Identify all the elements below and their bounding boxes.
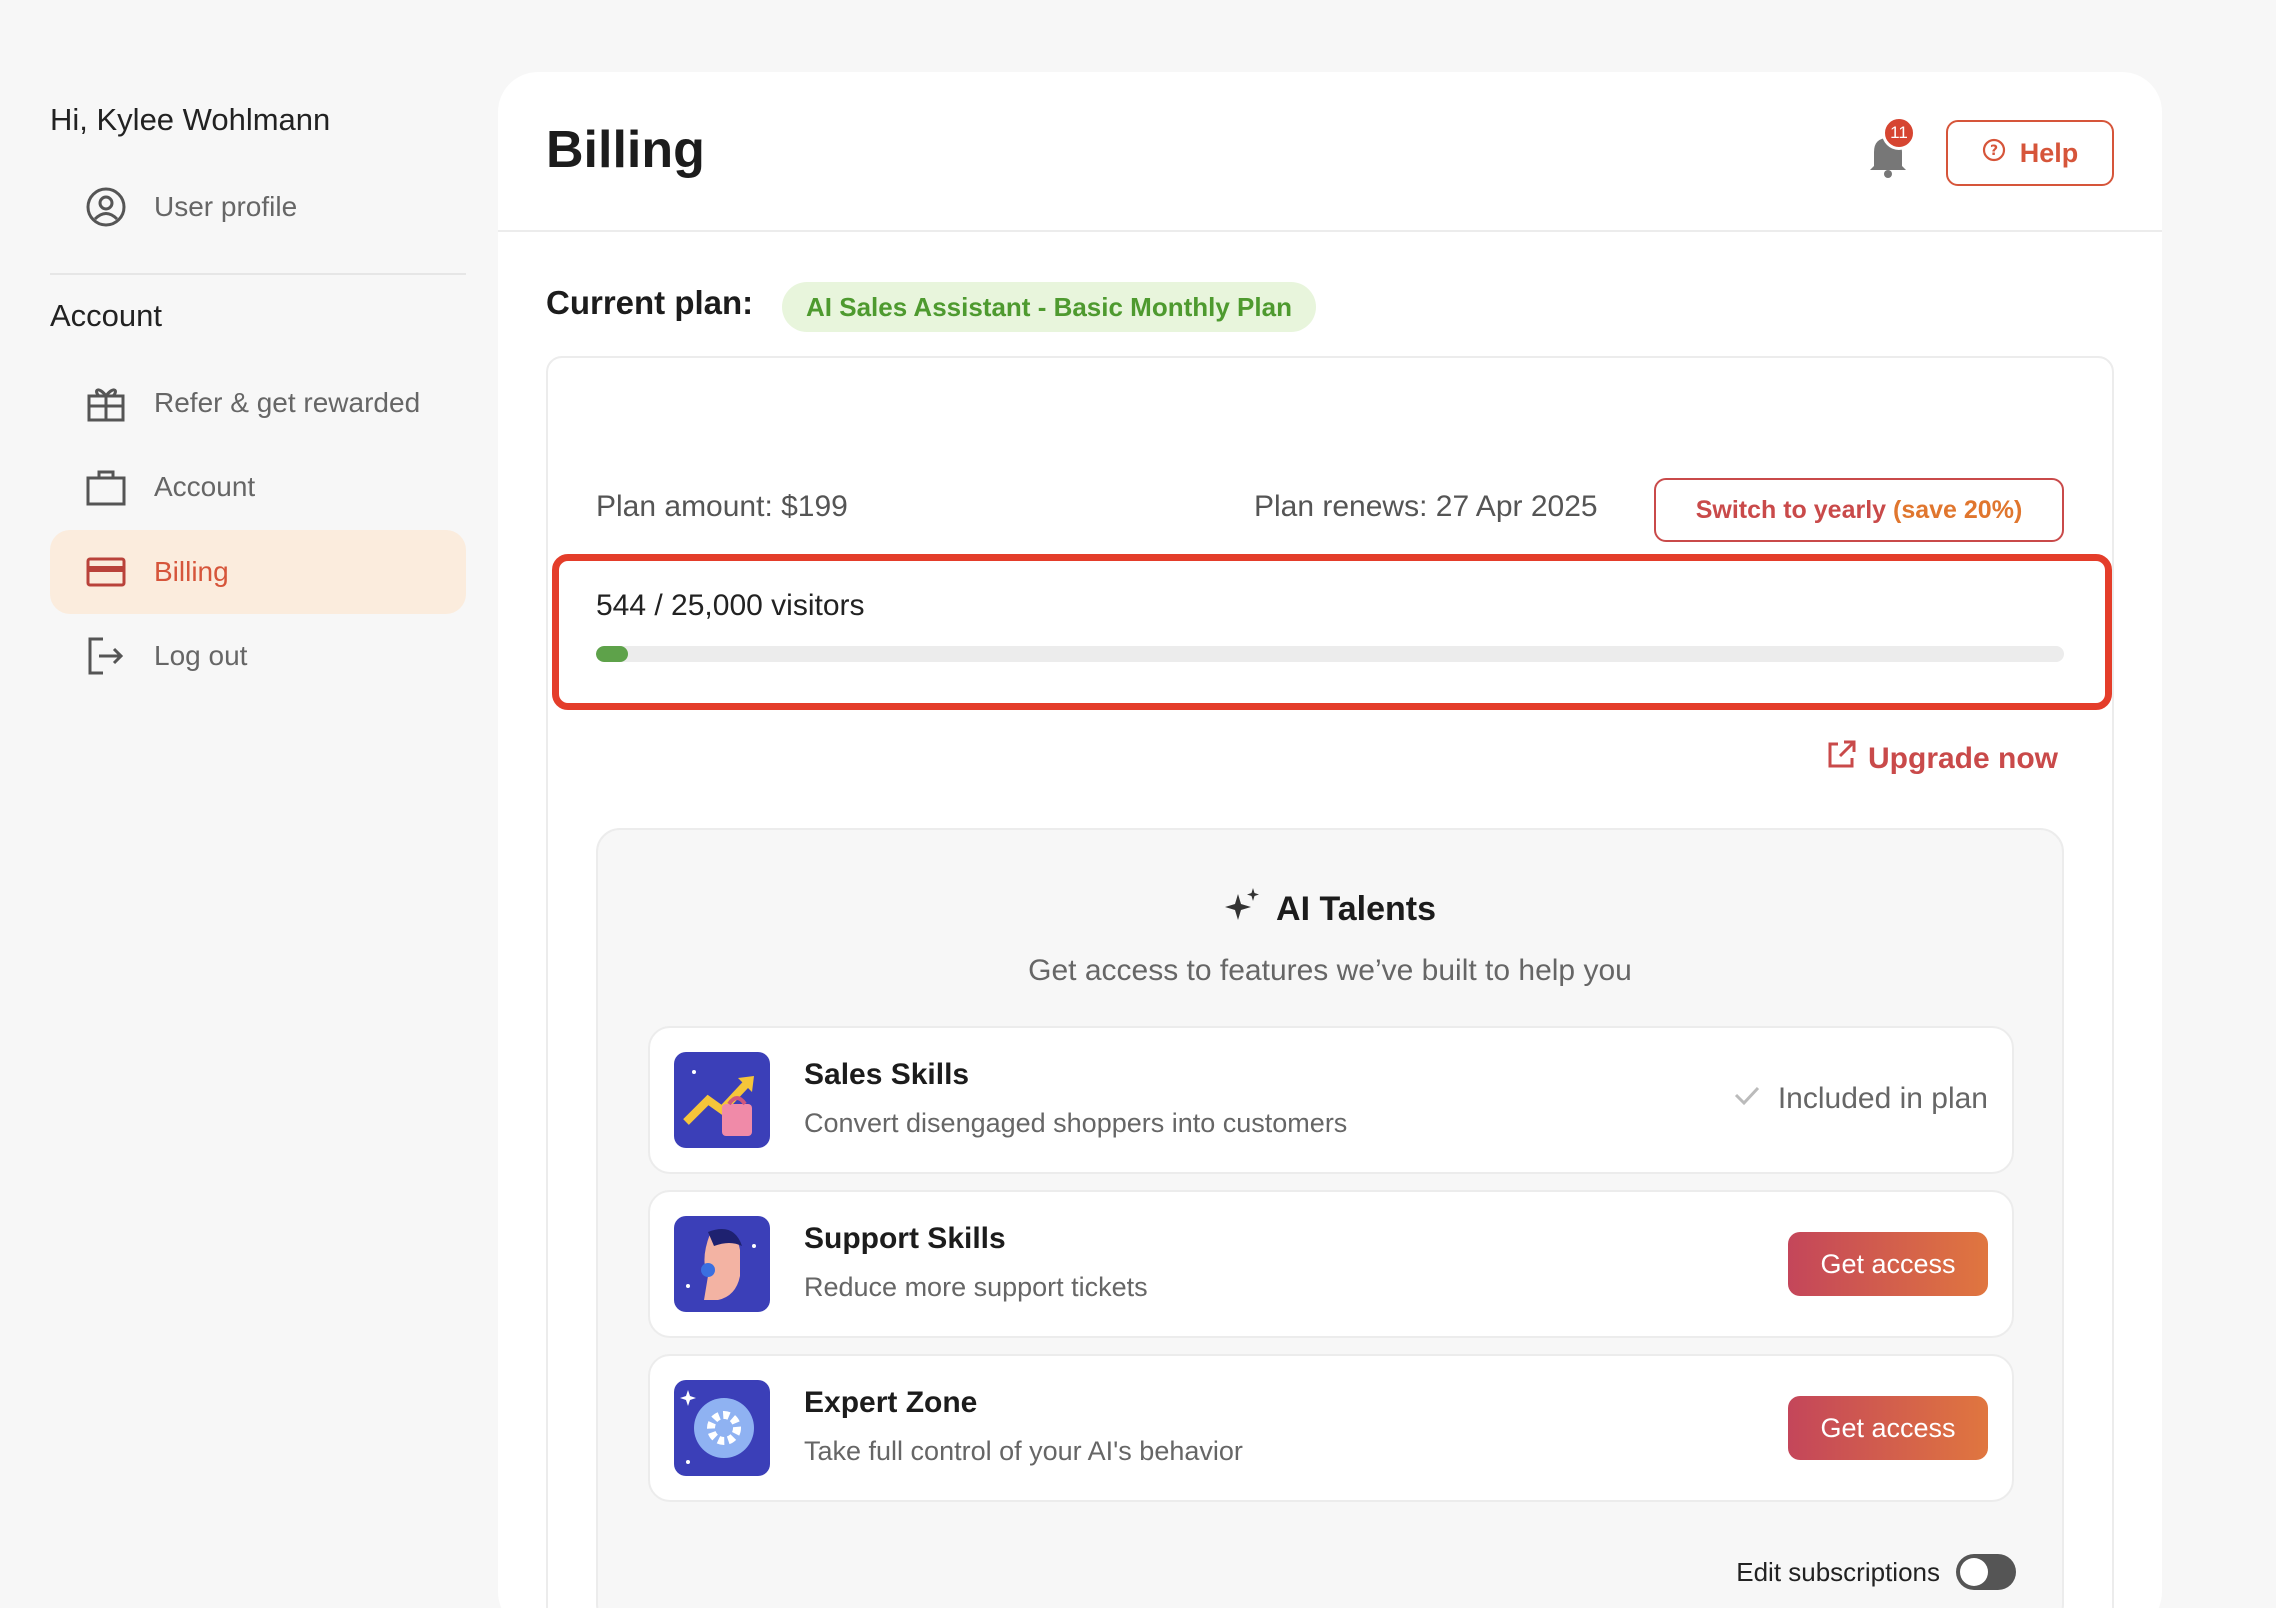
plan-renewal-date: Plan renews: 27 Apr 2025 (1254, 490, 1598, 523)
page-title: Billing (546, 121, 705, 179)
ai-talents-title: AI Talents (1276, 890, 1436, 928)
current-plan-label: Current plan: (546, 284, 754, 321)
sidebar-item-label: Refer & get rewarded (154, 387, 421, 418)
switch-savings: (save 20%) (1893, 495, 2023, 524)
help-button[interactable]: ? Help (1946, 120, 2114, 186)
user-greeting: Hi, Kylee Wohlmann (50, 102, 331, 137)
expert-zone-icon (674, 1380, 770, 1476)
usage-highlight-box (552, 554, 2112, 710)
checkmark-icon (1732, 1080, 1762, 1118)
sidebar-item-label: Billing (154, 556, 229, 587)
switch-to-yearly-button[interactable]: Switch to yearly (save 20%) (1654, 478, 2064, 542)
page-header: Billing 11 ? Help (498, 72, 2162, 232)
notification-badge: 11 (1882, 116, 1916, 150)
edit-subscriptions-label: Edit subscriptions (1736, 1556, 1940, 1587)
included-label: Included in plan (1777, 1082, 1988, 1115)
talent-name: Support Skills (804, 1222, 1006, 1255)
switch-label: Switch to yearly (1695, 495, 1894, 524)
sidebar-item-logout[interactable]: Log out (50, 614, 466, 698)
sidebar-item-refer[interactable]: Refer & get rewarded (50, 361, 466, 445)
sales-skills-icon (674, 1052, 770, 1148)
sidebar-item-billing[interactable]: Billing (50, 530, 466, 614)
sidebar-item-label: Log out (154, 640, 248, 671)
ai-talents-subtitle: Get access to features we’ve built to he… (1028, 954, 1632, 987)
talent-description: Take full control of your AI's behavior (804, 1436, 1243, 1466)
get-access-button[interactable]: Get access (1788, 1396, 1988, 1460)
gift-icon (84, 381, 128, 425)
external-link-icon (1824, 738, 1858, 780)
plan-badge: AI Sales Assistant - Basic Monthly Plan (782, 282, 1316, 332)
sidebar-item-user-profile[interactable]: User profile (50, 165, 466, 249)
plan-amount: Plan amount: $199 (596, 490, 848, 523)
visitor-usage-progress (596, 646, 2064, 662)
talent-description: Reduce more support tickets (804, 1272, 1148, 1302)
support-skills-icon (674, 1216, 770, 1312)
sidebar-divider (50, 273, 466, 275)
edit-subscriptions-toggle[interactable] (1956, 1554, 2016, 1590)
help-circle-icon: ? (1982, 138, 2006, 169)
sidebar-item-label: User profile (154, 191, 298, 222)
plan-details-box: Plan amount: $199 Plan renews: 27 Apr 20… (546, 356, 2114, 1608)
credit-card-icon (84, 550, 128, 594)
visitor-usage-text: 544 / 25,000 visitors (596, 589, 865, 622)
sidebar-item-account[interactable]: Account (50, 445, 466, 529)
upgrade-label: Upgrade now (1868, 742, 2059, 775)
progress-fill (596, 646, 628, 662)
ai-talents-panel: AI Talents Get access to features we’ve … (596, 828, 2064, 1608)
sidebar-item-label: Account (154, 471, 256, 502)
logout-icon (84, 634, 128, 678)
upgrade-now-link[interactable]: Upgrade now (1824, 738, 2058, 780)
sidebar: Hi, Kylee Wohlmann User profile Account … (0, 0, 480, 1608)
talent-name: Expert Zone (804, 1386, 978, 1419)
talent-card-sales-skills: Sales Skills Convert disengaged shoppers… (648, 1026, 2014, 1174)
briefcase-icon (84, 465, 128, 509)
sidebar-section-title: Account (50, 298, 163, 333)
get-access-button[interactable]: Get access (1788, 1232, 1988, 1296)
help-label: Help (2019, 137, 2079, 168)
talent-name: Sales Skills (804, 1058, 970, 1091)
talent-card-expert-zone: Expert Zone Take full control of your AI… (648, 1354, 2014, 1502)
svg-text:?: ? (1990, 143, 1998, 159)
user-circle-icon (84, 185, 128, 229)
ai-talents-heading: AI Talents (598, 886, 2062, 933)
edit-subscriptions-control: Edit subscriptions (1736, 1554, 2016, 1590)
included-in-plan-status: Included in plan (1732, 1080, 1988, 1118)
sparkles-icon (1224, 886, 1262, 933)
talent-card-support-skills: Support Skills Reduce more support ticke… (648, 1190, 2014, 1338)
main-panel: Billing 11 ? Help Current plan: AI Sales… (498, 72, 2162, 1608)
talent-description: Convert disengaged shoppers into custome… (804, 1108, 1348, 1138)
toggle-knob (1960, 1558, 1988, 1586)
